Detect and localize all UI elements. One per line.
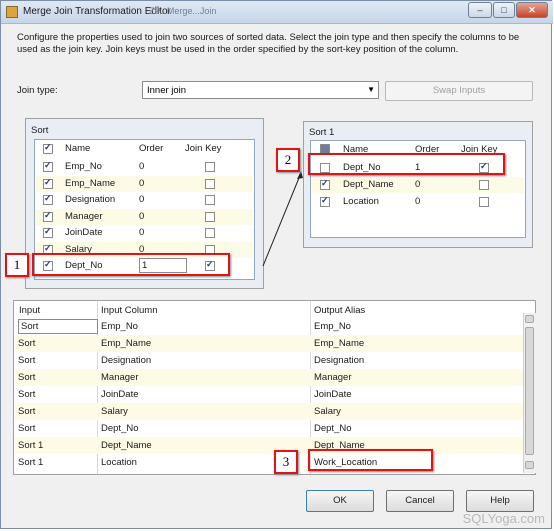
input-column-cell[interactable]: Salary <box>101 406 128 417</box>
table-row[interactable] <box>15 386 525 403</box>
table-row[interactable] <box>15 335 525 352</box>
input-cell[interactable]: Sort <box>18 338 35 349</box>
input-column-cell[interactable]: Emp_No <box>101 321 138 332</box>
table-row[interactable] <box>15 352 525 369</box>
watermark: SQLYoga.com <box>462 511 545 526</box>
help-button[interactable]: Help <box>466 490 534 512</box>
merge-join-editor-window: Merge Join Transformation Editor ZP...Me… <box>0 0 553 529</box>
input-column-cell[interactable]: Location <box>101 457 137 468</box>
annotation-badge-3: 3 <box>274 450 298 474</box>
input-column-cell[interactable]: Emp_Name <box>101 338 151 349</box>
scroll-thumb[interactable] <box>525 327 534 455</box>
input-cell[interactable]: Sort 1 <box>18 457 43 468</box>
input-cell[interactable]: Sort <box>18 406 35 417</box>
output-alias-cell[interactable]: Dept_No <box>314 423 352 434</box>
output-alias-cell[interactable]: Manager <box>314 372 352 383</box>
cancel-button[interactable]: Cancel <box>386 490 454 512</box>
input-cell[interactable]: Sort <box>18 372 35 383</box>
annotation-badge-1: 1 <box>5 253 29 277</box>
highlight-box-right-join-key <box>308 153 505 175</box>
output-alias-cell[interactable]: Salary <box>314 406 341 417</box>
input-cell[interactable]: Sort <box>18 389 35 400</box>
output-alias-cell[interactable]: JoinDate <box>314 389 352 400</box>
input-header: Input <box>19 305 41 316</box>
output-alias-header: Output Alias <box>314 305 366 316</box>
input-column-cell[interactable]: Dept_No <box>101 423 139 434</box>
table-row[interactable] <box>15 403 525 420</box>
annotation-badge-2: 2 <box>276 148 300 172</box>
input-column-cell[interactable]: Designation <box>101 355 151 366</box>
input-column-cell[interactable]: Manager <box>101 372 139 383</box>
input-cell[interactable]: Sort <box>18 423 35 434</box>
input-cell[interactable]: Sort <box>18 319 98 334</box>
highlight-box-left-join-key <box>32 253 230 276</box>
input-column-cell[interactable]: JoinDate <box>101 389 139 400</box>
input-cell[interactable]: Sort 1 <box>18 440 43 451</box>
output-alias-cell[interactable]: Designation <box>314 355 364 366</box>
join-connector-line <box>262 172 302 267</box>
highlight-box-output-alias <box>308 449 433 471</box>
ok-button[interactable]: OK <box>306 490 374 512</box>
output-alias-cell[interactable]: Emp_Name <box>314 338 364 349</box>
arrow-head-icon <box>297 171 303 179</box>
scroll-up-icon[interactable] <box>525 315 534 323</box>
table-row[interactable] <box>15 420 525 437</box>
scroll-down-icon[interactable] <box>525 461 534 469</box>
table-row[interactable] <box>15 437 525 454</box>
input-column-cell[interactable]: Dept_Name <box>101 440 152 451</box>
input-cell[interactable]: Sort <box>18 355 35 366</box>
table-row[interactable] <box>15 369 525 386</box>
table-row[interactable] <box>15 454 525 471</box>
input-column-header: Input Column <box>101 305 158 316</box>
output-alias-cell[interactable]: Emp_No <box>314 321 351 332</box>
output-mapping-grid: Input Input Column Output Alias Sort Emp_… <box>13 300 536 475</box>
vertical-scrollbar[interactable] <box>523 313 536 473</box>
